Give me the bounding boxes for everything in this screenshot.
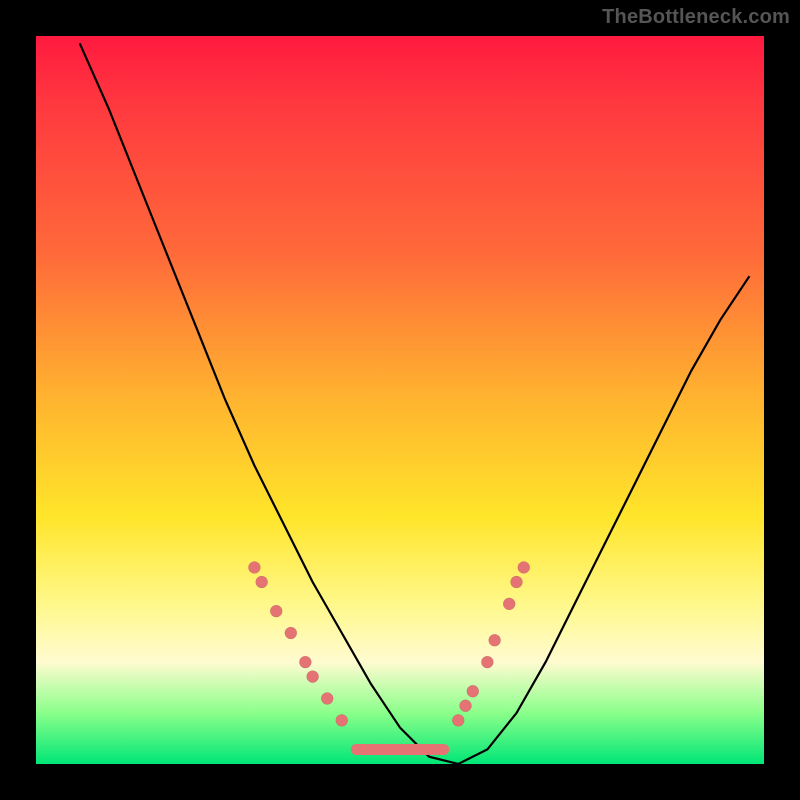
marker-dot [248,561,260,573]
marker-dot [503,598,515,610]
marker-dot [467,685,479,697]
marker-dot [510,576,522,588]
curve-svg [36,36,764,764]
marker-dot [321,692,333,704]
marker-dot [452,714,464,726]
marker-dot [518,561,530,573]
chart-stage: TheBottleneck.com [0,0,800,800]
marker-dot [460,700,472,712]
marker-dot [307,671,319,683]
marker-dot [336,714,348,726]
marker-dot [489,634,501,646]
marker-dot [270,605,282,617]
plot-area [36,36,764,764]
marker-dot [256,576,268,588]
marker-dot [481,656,493,668]
watermark-text: TheBottleneck.com [602,6,790,29]
marker-dot [299,656,311,668]
marker-dot [285,627,297,639]
bottleneck-curve [80,43,750,764]
marker-dots [248,561,529,726]
